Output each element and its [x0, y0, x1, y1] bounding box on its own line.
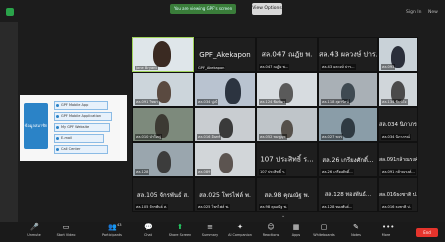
- share-row-5: Call Center: [54, 145, 108, 154]
- dot-icon: [56, 126, 59, 129]
- video-tile[interactable]: สล.128 ทองพันธ์... สล.128 ทองพันธ์...: [318, 177, 378, 212]
- video-tile[interactable]: สล.105 จักรพันธ์ ส. สล.105 จักรพันธ์ ส.: [132, 177, 194, 212]
- video-tile[interactable]: สล.034 ปูเป้: [194, 72, 256, 107]
- video-tile[interactable]: สล.089: [194, 142, 256, 177]
- apps-grid-icon: ▦: [292, 223, 300, 231]
- screen-share-banner: You are viewing GPF's screen: [170, 4, 237, 14]
- sign-in-link[interactable]: Sign In: [406, 10, 421, 15]
- video-tile[interactable]: สล.016ธงชาติ ป. สล.016 ธงชาติ ป.: [378, 177, 418, 212]
- participant-image: [219, 153, 233, 173]
- video-tile[interactable]: สล.034 นิภาภรณ์ สล.034 นิภาภรณ์: [378, 107, 418, 142]
- video-tile[interactable]: สล.047 ณฎัย พ. สล.047 ณฎัย พ...: [256, 37, 318, 72]
- video-tile[interactable]: สล.134 พิมพ์ใจ: [378, 72, 418, 107]
- video-tile[interactable]: สล.124 พิมพ์ดา: [256, 72, 318, 107]
- video-tile[interactable]: 107 ประสิทธิ์ ร... 107 ประสิทธิ์ ร.: [256, 142, 318, 177]
- summary-icon: ≡: [207, 223, 213, 231]
- meeting-toolbar: 🎤 Unmute ▭ Start Video 👥 Participants 43 💬 C…: [0, 222, 445, 242]
- video-tile[interactable]: สล.025 โพรไฟล์ พ. สล.025 โพรไฟล์ พ.: [194, 177, 256, 212]
- share-row-4: E-mail: [54, 134, 104, 143]
- share-row-1: GPF Mobile App: [54, 101, 108, 110]
- chevron-down-icon[interactable]: ⌄: [281, 213, 285, 219]
- view-options-button[interactable]: View Options: [252, 3, 282, 15]
- dot-icon: [56, 137, 59, 140]
- share-card: ข้อมูลสมาชิก: [24, 103, 48, 149]
- video-tile[interactable]: สล.016 อินทร์: [194, 107, 256, 142]
- participant-image: [157, 81, 171, 103]
- new-link[interactable]: New: [428, 10, 438, 15]
- dot-icon: [56, 115, 59, 118]
- video-tile[interactable]: สล.091กล้าณรงค์... สล.091 กล้าณรงค์...: [378, 142, 418, 177]
- participants-icon: 👥: [108, 223, 117, 231]
- video-tile[interactable]: สล.027 ขจร: [318, 107, 378, 142]
- video-tile[interactable]: สล.052 ชมพูนุช: [256, 107, 318, 142]
- participant-image: [225, 78, 241, 104]
- shared-screen-thumbnail[interactable]: ข้อมูลสมาชิก GPF Mobile App GPF Mobile A…: [20, 95, 127, 161]
- end-meeting-button[interactable]: End: [416, 228, 438, 237]
- shield-icon[interactable]: [6, 8, 14, 16]
- video-tile[interactable]: สล.128: [132, 142, 194, 177]
- participant-image: [341, 118, 355, 138]
- whiteboard-icon: ▢: [320, 223, 328, 231]
- video-camera-icon: ▭: [62, 223, 70, 231]
- video-tile[interactable]: GPF_Akekapon GPF_Akekapon: [194, 37, 256, 72]
- dot-icon: [56, 104, 59, 107]
- participant-image: [157, 151, 171, 173]
- chat-bubble-icon: 💬: [144, 223, 153, 231]
- notes-icon: ✎: [353, 223, 359, 231]
- video-tile[interactable]: สล.26 เกรียงศักดิ์... สล.26 เกรียงศักดิ์…: [318, 142, 378, 177]
- video-tile[interactable]: Jane Bryant: [132, 37, 194, 72]
- video-tile[interactable]: สล.091 วิทยา: [132, 72, 194, 107]
- top-bar: You are viewing GPF's screen View Option…: [0, 0, 445, 22]
- emoji-icon: ☺: [267, 223, 275, 231]
- video-tile[interactable]: สล.010 ป่าใหญ่: [132, 107, 194, 142]
- microphone-icon: 🎤: [30, 223, 39, 231]
- video-tile[interactable]: สล.118 สุดารัตน์: [318, 72, 378, 107]
- video-tile[interactable]: สล.093: [378, 37, 418, 72]
- dot-icon: [56, 148, 59, 151]
- ai-companion-icon: ✦: [237, 223, 243, 231]
- start-video-button[interactable]: ▭ Start Video: [46, 222, 86, 242]
- share-row-2: GPF Mobile Application: [54, 112, 112, 121]
- participant-image: [153, 41, 171, 67]
- video-tile[interactable]: สล.43 ผลวงษ์ ปาร... สล.43 ผลวงษ์ ปาร...: [318, 37, 378, 72]
- share-screen-icon: ⬆: [177, 223, 183, 231]
- left-panel: [0, 22, 18, 222]
- video-tile[interactable]: สล.98 คุณณัฐ พ. สล.98 คุณณัฐ พ.: [256, 177, 318, 212]
- share-row-3: My GPF Website: [54, 123, 110, 132]
- more-button[interactable]: ••• More: [366, 222, 406, 242]
- participants-count: 43: [117, 223, 122, 227]
- more-dots-icon: •••: [382, 223, 395, 231]
- participants-button[interactable]: 👥 Participants: [92, 222, 132, 242]
